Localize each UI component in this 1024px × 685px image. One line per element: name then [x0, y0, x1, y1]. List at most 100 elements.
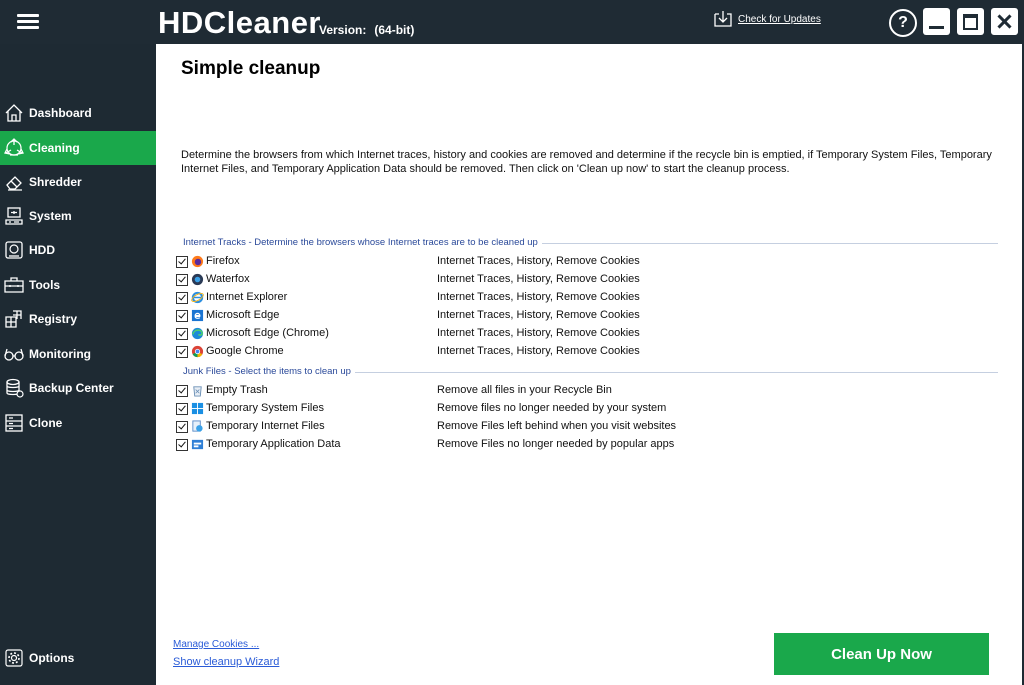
minimize-button[interactable]	[923, 8, 950, 35]
item-label: Empty Trash	[206, 384, 268, 396]
close-button[interactable]	[991, 8, 1018, 35]
edge-chromium-icon	[191, 327, 204, 340]
version-info: Version: (64-bit)	[319, 23, 414, 37]
options-button[interactable]: Options	[0, 641, 156, 675]
registry-icon	[4, 309, 24, 329]
item-label: Firefox	[206, 255, 240, 267]
waterfox-icon	[191, 273, 204, 286]
item-label: Google Chrome	[206, 345, 284, 357]
sidebar-item-label: Registry	[29, 312, 78, 326]
page-description: Determine the browsers from which Intern…	[181, 149, 992, 175]
sidebar-item-label: Cleaning	[29, 141, 80, 155]
clean-up-now-button[interactable]: Clean Up Now	[774, 633, 989, 675]
item-description: Remove Files left behind when you visit …	[437, 420, 677, 432]
check-updates-link[interactable]: Check for Updates	[713, 10, 821, 28]
list-item: Internet Explorer Internet Traces, Histo…	[176, 290, 816, 306]
checkbox[interactable]	[176, 256, 188, 268]
item-description: Internet Traces, History, Remove Cookies	[437, 327, 640, 339]
system-icon	[4, 206, 24, 226]
sidebar-item-tools[interactable]: Tools	[0, 268, 156, 302]
sidebar-item-hdd[interactable]: HDD	[0, 233, 156, 267]
list-item: Microsoft Edge Internet Traces, History,…	[176, 308, 816, 324]
chrome-icon	[191, 345, 204, 358]
item-label: Temporary System Files	[206, 402, 324, 414]
sidebar-item-cleaning[interactable]: Cleaning	[0, 131, 156, 165]
checkbox[interactable]	[176, 346, 188, 358]
list-item: Firefox Internet Traces, History, Remove…	[176, 254, 816, 270]
checkbox[interactable]	[176, 403, 188, 415]
sidebar-item-label: Monitoring	[29, 347, 91, 361]
item-label: Waterfox	[206, 273, 250, 285]
menu-icon[interactable]	[17, 11, 39, 31]
house-icon	[4, 103, 24, 123]
download-icon	[714, 11, 732, 27]
item-label: Internet Explorer	[206, 291, 288, 303]
item-description: Internet Traces, History, Remove Cookies	[437, 291, 640, 303]
section-title: Internet Tracks - Determine the browsers…	[183, 237, 542, 248]
checkbox[interactable]	[176, 274, 188, 286]
internet-files-icon	[192, 420, 203, 432]
sidebar-item-label: Shredder	[29, 175, 82, 189]
windows-icon	[191, 402, 204, 415]
list-item: Microsoft Edge (Chrome) Internet Traces,…	[176, 326, 816, 342]
version-value: (64-bit)	[374, 23, 415, 37]
list-item: Temporary Application Data Remove Files …	[176, 437, 816, 453]
junk-files-section-header: Junk Files - Select the items to clean u…	[183, 366, 998, 378]
item-label: Microsoft Edge	[206, 309, 280, 321]
sidebar-item-clone[interactable]: Clone	[0, 406, 156, 440]
checkbox[interactable]	[176, 328, 188, 340]
options-label: Options	[29, 651, 75, 665]
item-label: Temporary Application Data	[206, 438, 341, 450]
sidebar-item-monitoring[interactable]: Monitoring	[0, 337, 156, 371]
list-item: Waterfox Internet Traces, History, Remov…	[176, 272, 816, 288]
firefox-icon	[191, 255, 204, 268]
sidebar-item-backup-center[interactable]: Backup Center	[0, 371, 156, 405]
toolbox-icon	[4, 275, 24, 295]
app-data-icon	[191, 439, 204, 450]
hdd-icon	[4, 240, 24, 260]
item-description: Remove all files in your Recycle Bin	[437, 384, 612, 396]
version-label: Version:	[319, 23, 367, 37]
check-updates-label[interactable]: Check for Updates	[738, 14, 821, 25]
trash-icon	[193, 386, 202, 397]
gear-icon	[4, 648, 24, 668]
sidebar-item-label: Tools	[29, 278, 61, 292]
internet-tracks-section-header: Internet Tracks - Determine the browsers…	[183, 237, 998, 249]
recycle-icon	[4, 138, 24, 158]
item-label: Temporary Internet Files	[206, 420, 325, 432]
main-panel: Simple cleanup Determine the browsers fr…	[156, 44, 1022, 685]
sidebar-item-label: Dashboard	[29, 106, 92, 120]
list-item: Temporary System Files Remove files no l…	[176, 401, 816, 417]
internet-explorer-icon	[191, 291, 204, 304]
sidebar-item-label: Backup Center	[29, 381, 114, 395]
checkbox[interactable]	[176, 439, 188, 451]
item-description: Internet Traces, History, Remove Cookies	[437, 273, 640, 285]
checkbox[interactable]	[176, 421, 188, 433]
eraser-icon	[4, 172, 24, 192]
edge-icon	[191, 309, 204, 322]
item-description: Remove Files no longer needed by popular…	[437, 438, 675, 450]
item-description: Internet Traces, History, Remove Cookies	[437, 345, 640, 357]
clone-icon	[4, 413, 24, 433]
help-button[interactable]: ?	[889, 9, 917, 37]
title-bar: HDCleaner Version: (64-bit) Check for Upd…	[0, 0, 1024, 44]
item-description: Internet Traces, History, Remove Cookies	[437, 255, 640, 267]
sidebar: Dashboard Cleaning Shredder System HDD T…	[0, 44, 156, 685]
sidebar-item-dashboard[interactable]: Dashboard	[0, 96, 156, 130]
maximize-button[interactable]	[957, 8, 984, 35]
app-title: HDCleaner	[158, 5, 321, 40]
sidebar-item-system[interactable]: System	[0, 199, 156, 233]
checkbox[interactable]	[176, 310, 188, 322]
list-item: Temporary Internet Files Remove Files le…	[176, 419, 816, 435]
sidebar-item-shredder[interactable]: Shredder	[0, 165, 156, 199]
glasses-icon	[4, 344, 24, 364]
database-icon	[4, 378, 24, 398]
manage-cookies-link[interactable]: Manage Cookies ...	[173, 639, 259, 650]
checkbox[interactable]	[176, 292, 188, 304]
sidebar-item-label: Clone	[29, 416, 63, 430]
checkbox[interactable]	[176, 385, 188, 397]
list-item: Google Chrome Internet Traces, History, …	[176, 344, 816, 360]
sidebar-item-registry[interactable]: Registry	[0, 302, 156, 336]
show-cleanup-wizard-link[interactable]: Show cleanup Wizard	[173, 656, 279, 668]
list-item: Empty Trash Remove all files in your Rec…	[176, 383, 816, 399]
